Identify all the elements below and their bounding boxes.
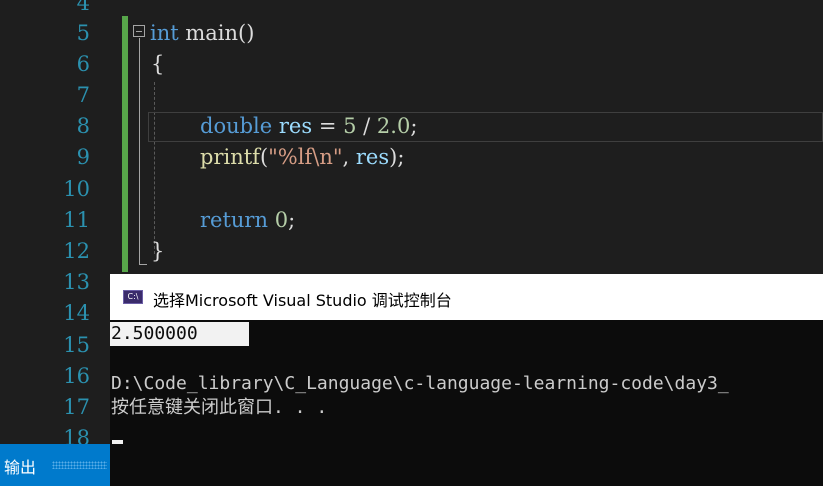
console-prompt-line: 按任意键关闭此窗口. . . — [111, 397, 328, 418]
line-number: 16 — [63, 364, 90, 388]
number-literal: 2.0 — [376, 114, 411, 138]
code-line-5[interactable]: int main() — [150, 18, 254, 49]
line-number: 14 — [63, 301, 90, 325]
identifier: res — [278, 114, 313, 138]
fold-guide — [139, 38, 140, 264]
line-number: 12 — [63, 239, 90, 263]
code-text: main() — [178, 21, 255, 45]
code-line-6[interactable]: { — [151, 49, 164, 80]
code-line-11[interactable]: return 0; — [200, 205, 295, 236]
collapse-toggle-icon[interactable] — [133, 25, 145, 37]
fold-guide-end — [139, 264, 147, 265]
code-text: ; — [410, 114, 418, 138]
output-panel-tab[interactable]: 输出 — [0, 444, 110, 486]
output-tab-label: 输出 — [4, 458, 37, 477]
code-text: ( — [259, 145, 269, 169]
code-line-12[interactable]: } — [151, 236, 164, 267]
code-text: = — [312, 114, 344, 138]
panel-drag-grip[interactable] — [52, 461, 107, 469]
code-line-9[interactable]: printf("%lf\n", res); — [200, 142, 404, 173]
keyword: int — [150, 21, 179, 45]
code-text: { — [151, 52, 165, 76]
line-number: 10 — [63, 177, 90, 201]
line-number: 6 — [76, 52, 90, 76]
line-number: 7 — [76, 83, 90, 107]
number-literal: 0 — [274, 208, 289, 232]
code-text: ); — [389, 145, 405, 169]
line-number: 13 — [63, 270, 90, 294]
code-text: ; — [288, 208, 296, 232]
line-number: 8 — [76, 114, 90, 138]
string-literal: "%lf\n" — [268, 145, 343, 169]
change-tracking-bar — [122, 16, 128, 272]
code-line-8[interactable]: double res = 5 / 2.0; — [200, 111, 417, 142]
line-number: 4 — [76, 0, 90, 15]
line-number: 5 — [76, 21, 90, 45]
code-text: } — [151, 239, 165, 263]
console-title: 选择Microsoft Visual Studio 调试控制台 — [153, 291, 452, 310]
console-output-selected[interactable]: 2.500000 — [110, 322, 249, 346]
keyword: double — [200, 114, 273, 138]
number-literal: 5 — [343, 114, 357, 138]
console-title-bar[interactable]: C:\ 选择Microsoft Visual Studio 调试控制台 — [110, 274, 823, 320]
line-number: 11 — [63, 208, 90, 232]
code-text: / — [356, 114, 377, 138]
console-app-icon: C:\ — [123, 290, 143, 304]
console-path-line: D:\Code_library\C_Language\c-language-le… — [111, 373, 729, 394]
indent-guide — [154, 82, 155, 254]
function-name: printf — [200, 145, 260, 169]
console-cursor — [112, 440, 123, 444]
keyword: return — [200, 208, 268, 232]
line-number: 15 — [63, 333, 90, 357]
line-number: 17 — [63, 395, 90, 419]
line-number: 9 — [76, 145, 90, 169]
code-text: , — [342, 145, 356, 169]
identifier: res — [355, 145, 390, 169]
debug-console-window[interactable]: C:\ 选择Microsoft Visual Studio 调试控制台 2.50… — [110, 274, 823, 486]
